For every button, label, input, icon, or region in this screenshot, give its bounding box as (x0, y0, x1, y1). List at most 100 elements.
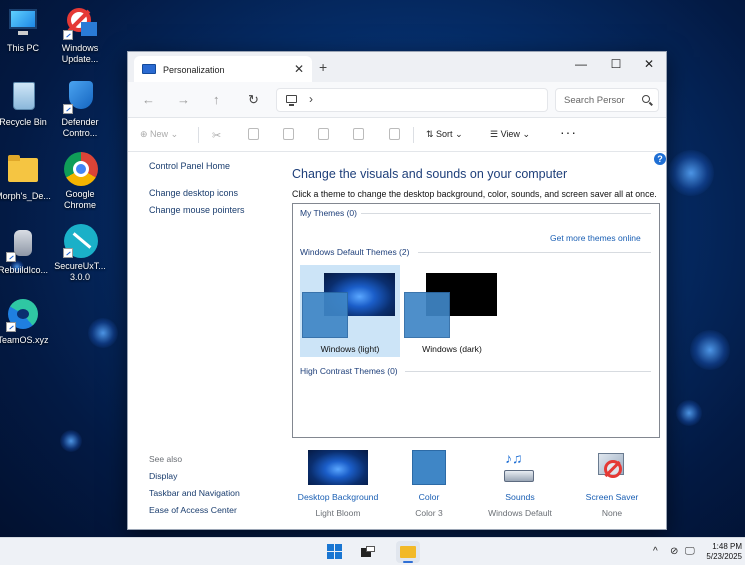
personalization-icon (142, 64, 156, 74)
desktop-icon-label: RebuildIco... (0, 265, 49, 275)
desktop-icon-google-chrome[interactable]: Google Chrome (49, 152, 111, 211)
desktop-icon-recycle-bin[interactable]: Recycle Bin (0, 80, 54, 128)
divider (405, 371, 651, 372)
chrome-icon (63, 152, 98, 186)
back-button[interactable]: ← (142, 92, 155, 107)
recycle-bin-icon (6, 80, 40, 114)
high-contrast-themes-header: High Contrast Themes (0) (300, 366, 398, 376)
desktop-icon-label: Windows Update... (61, 43, 99, 64)
command-bar: ⊕ New ⌄ ✂ ⇅ Sort ⌄ ☰ View ⌄ ··· (128, 118, 666, 152)
divider (418, 252, 651, 253)
change-mouse-pointers-link[interactable]: Change mouse pointers (149, 205, 245, 215)
breadcrumb-chevron[interactable]: › (309, 92, 313, 106)
theme-name: Windows (dark) (422, 344, 482, 354)
my-themes-header: My Themes (0) (300, 208, 357, 218)
color-swatch-icon (412, 450, 446, 485)
update-blocker-icon (63, 6, 97, 40)
sort-label: Sort (436, 129, 453, 139)
refresh-button[interactable]: ↻ (248, 92, 259, 108)
desktop-icon-teamos[interactable]: TeamOS.xyz (0, 298, 54, 346)
screen-saver-button[interactable]: Screen Saver None (557, 450, 667, 518)
minimize-button[interactable]: — (570, 57, 592, 71)
tab-title: Personalization (163, 65, 225, 75)
tab-close-button[interactable]: ✕ (294, 62, 304, 76)
task-view-icon[interactable] (361, 546, 375, 557)
paste-icon[interactable] (283, 128, 294, 140)
desktop-icon-label: Recycle Bin (0, 117, 47, 127)
folder-icon (6, 154, 40, 188)
monitor-icon (6, 6, 40, 40)
window-tab[interactable]: Personalization ✕ (134, 56, 312, 82)
desktop-icon-rebuildicon[interactable]: RebuildIco... (0, 228, 54, 276)
screen-saver-value: None (601, 508, 623, 518)
clock-date: 5/23/2025 (706, 552, 742, 561)
desktop-icon-label: Defender Contro... (61, 117, 99, 138)
desktop-icon-label: TeamOS.xyz (0, 335, 49, 345)
sort-button[interactable]: ⇅ Sort ⌄ (426, 129, 463, 140)
up-button[interactable]: ↑ (213, 92, 220, 107)
forward-button[interactable]: → (177, 92, 190, 107)
desktop-icon-label: Morph's_De... (0, 191, 51, 201)
new-button[interactable]: ⊕ New ⌄ (140, 129, 178, 140)
desktop-icon-defender-control[interactable]: Defender Contro... (49, 80, 111, 139)
theme-windows-dark[interactable]: Windows (dark) (402, 265, 502, 357)
view-button[interactable]: ☰ View ⌄ (490, 129, 530, 140)
wallpaper-thumbnail (308, 450, 368, 485)
screen-saver-icon (595, 450, 629, 485)
clock[interactable]: 1:48 PM 5/23/2025 (700, 542, 742, 562)
more-options-button[interactable]: ··· (560, 124, 577, 140)
maximize-button[interactable]: ☐ (605, 57, 627, 71)
desktop-icon-morphs-folder[interactable]: Morph's_De... (0, 154, 54, 202)
shield-icon (63, 80, 97, 114)
new-tab-button[interactable]: + (319, 59, 327, 75)
brush-icon (63, 224, 98, 258)
network-icon[interactable]: ⊘ (670, 546, 678, 557)
title-bar: Personalization ✕ + — ☐ ✕ (128, 52, 666, 82)
monitor-icon (286, 95, 297, 106)
delete-icon[interactable] (389, 128, 400, 140)
theme-name: Windows (light) (320, 344, 380, 354)
screen-saver-label: Screen Saver (585, 492, 639, 502)
active-indicator (403, 561, 413, 563)
file-explorer-taskbar-button[interactable] (396, 541, 420, 563)
theme-color-swatch (302, 292, 348, 338)
display-link[interactable]: Display (149, 471, 178, 481)
robot-icon (6, 228, 40, 262)
windows-default-themes-header: Windows Default Themes (2) (300, 247, 410, 257)
navigation-bar: ← → ↑ ↻ › Search Persor (128, 82, 666, 118)
edge-icon (6, 298, 40, 332)
share-icon[interactable] (353, 128, 364, 140)
rename-icon[interactable] (318, 128, 329, 140)
desktop-icon-windows-update[interactable]: Windows Update... (49, 6, 111, 65)
address-bar[interactable]: › (276, 88, 548, 112)
sounds-icon: ♪♫ (502, 450, 538, 485)
page-heading: Change the visuals and sounds on your co… (292, 167, 568, 181)
theme-color-swatch (404, 292, 450, 338)
taskbar-navigation-link[interactable]: Taskbar and Navigation (149, 488, 240, 498)
control-panel-home-link[interactable]: Control Panel Home (149, 161, 230, 171)
desktop-icon-this-pc[interactable]: This PC (0, 6, 54, 54)
separator (413, 127, 414, 143)
personalization-window: Personalization ✕ + — ☐ ✕ ← → ↑ ↻ › Sear… (127, 51, 667, 530)
search-input[interactable]: Search Persor (564, 95, 628, 106)
copy-icon[interactable] (248, 128, 259, 140)
tray-overflow-chevron[interactable]: ^ (653, 546, 658, 557)
theme-list: My Themes (0) Get more themes online Win… (292, 203, 660, 438)
close-button[interactable]: ✕ (638, 57, 660, 71)
taskbar: ^ ⊘ 🖵 1:48 PM 5/23/2025 (0, 537, 745, 565)
desktop-icon-label: Google Chrome (63, 189, 96, 210)
cut-icon[interactable]: ✂ (212, 129, 221, 142)
theme-windows-light[interactable]: Windows (light) (300, 265, 400, 357)
desktop-icon-label: This PC (6, 43, 39, 53)
help-icon[interactable]: ? (654, 153, 666, 165)
start-button[interactable] (327, 544, 342, 559)
search-box[interactable]: Search Persor (555, 88, 659, 112)
change-desktop-icons-link[interactable]: Change desktop icons (149, 188, 238, 198)
clock-time: 1:48 PM (712, 542, 742, 551)
folder-icon (400, 546, 416, 558)
get-more-themes-link[interactable]: Get more themes online (550, 233, 641, 243)
display-icon[interactable]: 🖵 (685, 546, 695, 557)
desktop-icon-secureuxtheme[interactable]: SecureUxT... 3.0.0 (49, 224, 111, 283)
page-subheading: Click a theme to change the desktop back… (292, 189, 657, 199)
ease-of-access-link[interactable]: Ease of Access Center (149, 505, 237, 515)
